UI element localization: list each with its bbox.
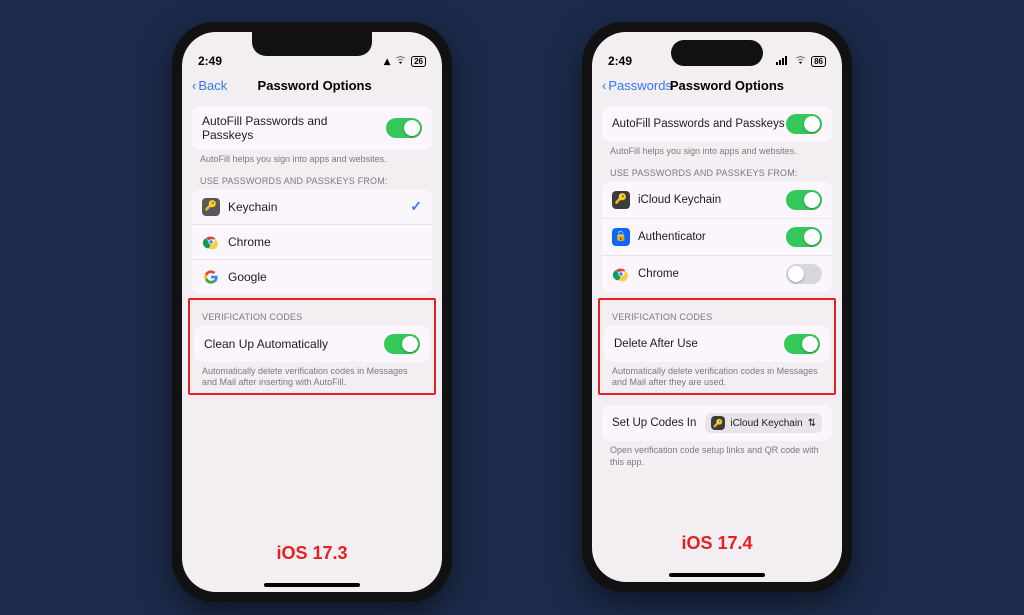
setup-codes-picker[interactable]: 🔑 iCloud Keychain ⇅ bbox=[705, 413, 822, 433]
verification-footer: Automatically delete verification codes … bbox=[604, 362, 830, 389]
source-authenticator[interactable]: 🔒 Authenticator bbox=[602, 219, 832, 256]
autofill-footer: AutoFill helps you sign into apps and we… bbox=[192, 150, 432, 166]
delete-toggle[interactable] bbox=[784, 334, 820, 354]
status-time: 2:49 bbox=[198, 54, 248, 68]
cellular-icon bbox=[776, 54, 790, 68]
auth-toggle[interactable] bbox=[786, 227, 822, 247]
chevron-left-icon: ‹ bbox=[192, 78, 196, 93]
autofill-label: AutoFill Passwords and Passkeys bbox=[202, 114, 362, 142]
autofill-toggle[interactable] bbox=[786, 114, 822, 134]
verification-header: VERIFICATION CODES bbox=[604, 302, 830, 326]
wifi-icon bbox=[394, 54, 407, 68]
source-chrome[interactable]: Chrome bbox=[602, 256, 832, 292]
notch bbox=[252, 32, 372, 56]
delete-after-use-row[interactable]: Delete After Use bbox=[604, 326, 830, 362]
autofill-toggle-row[interactable]: AutoFill Passwords and Passkeys bbox=[602, 106, 832, 142]
cleanup-toggle-row[interactable]: Clean Up Automatically bbox=[194, 326, 430, 362]
chevron-left-icon: ‹ bbox=[602, 78, 606, 93]
signal-icon: ▴ bbox=[384, 54, 390, 68]
autofill-footer: AutoFill helps you sign into apps and we… bbox=[602, 142, 832, 158]
autofill-toggle-row[interactable]: AutoFill Passwords and Passkeys bbox=[192, 106, 432, 150]
source-google[interactable]: Google bbox=[192, 260, 432, 294]
up-down-icon: ⇅ bbox=[808, 418, 816, 429]
keychain-icon: 🔑 bbox=[711, 416, 725, 430]
verification-footer: Automatically delete verification codes … bbox=[194, 362, 430, 389]
keychain-icon: 🔑 bbox=[202, 198, 220, 216]
dynamic-island bbox=[671, 40, 763, 66]
autofill-label: AutoFill Passwords and Passkeys bbox=[612, 118, 785, 130]
chrome-icon bbox=[202, 233, 220, 251]
sources-header: USE PASSWORDS AND PASSKEYS FROM: bbox=[192, 166, 432, 190]
setup-footer: Open verification code setup links and Q… bbox=[602, 441, 832, 468]
keychain-icon: 🔑 bbox=[612, 191, 630, 209]
source-icloud-keychain[interactable]: 🔑 iCloud Keychain bbox=[602, 182, 832, 219]
checkmark-icon: ✓ bbox=[410, 198, 422, 215]
verification-header: VERIFICATION CODES bbox=[194, 302, 430, 326]
source-chrome[interactable]: Chrome bbox=[192, 225, 432, 260]
home-indicator[interactable] bbox=[669, 573, 765, 577]
autofill-toggle[interactable] bbox=[386, 118, 422, 138]
icloud-toggle[interactable] bbox=[786, 190, 822, 210]
nav-bar: ‹ Passwords Password Options bbox=[592, 70, 842, 100]
google-icon bbox=[202, 268, 220, 286]
status-time: 2:49 bbox=[608, 54, 658, 68]
source-keychain[interactable]: 🔑 Keychain ✓ bbox=[192, 190, 432, 225]
setup-codes-row[interactable]: Set Up Codes In 🔑 iCloud Keychain ⇅ bbox=[602, 405, 832, 441]
ios-version-label: iOS 17.3 bbox=[182, 543, 442, 564]
chrome-toggle[interactable] bbox=[786, 264, 822, 284]
sources-header: USE PASSWORDS AND PASSKEYS FROM: bbox=[602, 158, 832, 182]
page-title: Password Options bbox=[622, 78, 832, 93]
cleanup-toggle[interactable] bbox=[384, 334, 420, 354]
nav-bar: ‹ Back Password Options bbox=[182, 70, 442, 100]
verification-highlight: VERIFICATION CODES Delete After Use Auto… bbox=[598, 298, 836, 395]
battery-level: 26 bbox=[411, 56, 426, 67]
verification-highlight: VERIFICATION CODES Clean Up Automaticall… bbox=[188, 298, 436, 395]
ios-version-label: iOS 17.4 bbox=[592, 533, 842, 554]
page-title: Password Options bbox=[197, 78, 432, 93]
home-indicator[interactable] bbox=[264, 583, 360, 587]
authenticator-icon: 🔒 bbox=[612, 228, 630, 246]
chrome-icon bbox=[612, 265, 630, 283]
battery-level: 86 bbox=[811, 56, 826, 67]
wifi-icon bbox=[794, 54, 807, 68]
phone-ios-17-3: 2:49 ▴ 26 ‹ Back Password Options AutoFi… bbox=[172, 22, 452, 602]
phone-ios-17-4: 2:49 86 ‹ Passwords Password Options A bbox=[582, 22, 852, 592]
